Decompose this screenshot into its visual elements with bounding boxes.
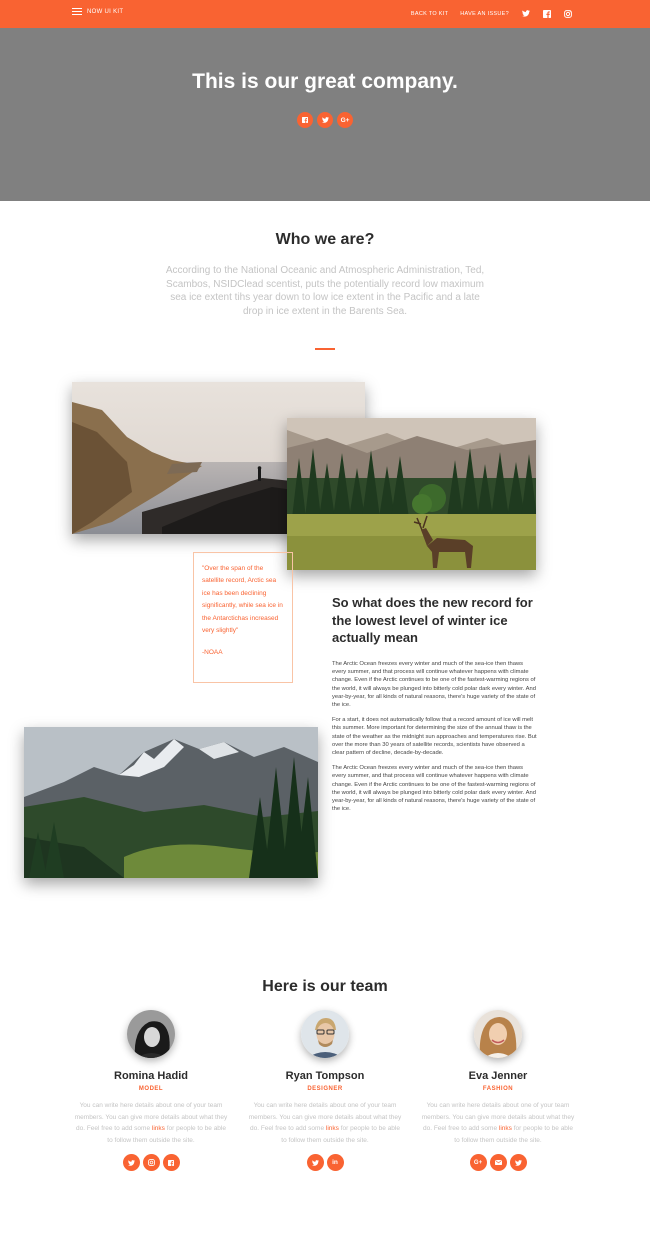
article-paragraph: The Arctic Ocean freezes every winter an…: [332, 661, 536, 709]
facebook-button[interactable]: [297, 112, 313, 128]
twitter-icon: [321, 117, 329, 123]
member-description: You can write here details about one of …: [245, 1100, 405, 1146]
hero-title: This is our great company.: [192, 70, 458, 93]
avatar: [127, 1010, 175, 1058]
member-social-buttons: [71, 1154, 231, 1172]
hero-section: This is our great company. G+: [0, 28, 650, 201]
team-member-card: Romina Hadid MODEL You can write here de…: [71, 1010, 231, 1172]
member-social-buttons: G+: [418, 1154, 578, 1172]
twitter-button[interactable]: [122, 1154, 140, 1172]
about-title: Who we are?: [275, 231, 375, 248]
email-icon: [494, 1160, 502, 1166]
team-title: Here is our team: [262, 978, 388, 995]
article-title: So what does the new record for the lowe…: [332, 595, 533, 645]
brand-label[interactable]: NOW UI KIT: [87, 9, 123, 15]
member-role: MODEL: [138, 1086, 164, 1092]
google-plus-button[interactable]: G+: [337, 112, 353, 128]
hero-social-buttons: G+: [0, 112, 650, 128]
facebook-icon: [168, 1159, 174, 1166]
facebook-button[interactable]: [162, 1154, 180, 1172]
facebook-icon[interactable]: [542, 9, 551, 18]
forest-deer-photo: [287, 418, 536, 570]
article-paragraph: The Arctic Ocean freezes every winter an…: [332, 765, 536, 813]
instagram-icon: [147, 1159, 155, 1167]
instagram-button[interactable]: [142, 1154, 160, 1172]
member-link[interactable]: links: [326, 1125, 339, 1132]
member-link[interactable]: links: [499, 1125, 512, 1132]
avatar: [474, 1010, 522, 1058]
twitter-button[interactable]: [509, 1154, 527, 1172]
avatar: [301, 1010, 349, 1058]
twitter-icon: [311, 1159, 319, 1166]
twitter-icon[interactable]: [521, 9, 530, 18]
facebook-icon: [302, 117, 308, 123]
instagram-icon[interactable]: [563, 9, 572, 18]
quote-text: "Over the span of the satellite record, …: [202, 565, 283, 635]
member-name: Ryan Tompson: [285, 1070, 365, 1082]
twitter-icon: [127, 1159, 135, 1166]
article-paragraph: For a start, it does not automatically f…: [332, 717, 537, 757]
about-description: According to the National Oceanic and At…: [165, 265, 485, 317]
member-description: You can write here details about one of …: [418, 1100, 578, 1146]
twitter-icon: [514, 1159, 522, 1166]
twitter-button[interactable]: [317, 112, 333, 128]
member-link[interactable]: links: [152, 1125, 165, 1132]
member-role: FASHION: [482, 1086, 514, 1092]
menu-icon[interactable]: [72, 8, 82, 15]
have-an-issue-link[interactable]: HAVE AN ISSUE?: [460, 11, 509, 17]
quote-author: -NOAA: [202, 649, 223, 657]
email-button[interactable]: [489, 1154, 507, 1172]
google-plus-icon: G+: [340, 116, 350, 124]
linkedin-button[interactable]: in: [326, 1154, 344, 1172]
team-member-card: Eva Jenner FASHION You can write here de…: [418, 1010, 578, 1172]
google-plus-button[interactable]: G+: [469, 1154, 487, 1172]
divider-line: [315, 348, 335, 350]
member-role: DESIGNER: [307, 1086, 343, 1092]
article-body: The Arctic Ocean freezes every winter an…: [332, 660, 537, 820]
quote-box: "Over the span of the satellite record, …: [193, 552, 293, 683]
google-plus-icon: G+: [473, 1159, 483, 1166]
team-member-card: Ryan Tompson DESIGNER You can write here…: [245, 1010, 405, 1172]
navbar-brand[interactable]: NOW UI KIT: [72, 8, 123, 15]
navbar: NOW UI KIT BACK TO KIT HAVE AN ISSUE?: [0, 0, 650, 28]
member-social-buttons: in: [245, 1154, 405, 1172]
back-to-kit-link[interactable]: BACK TO KIT: [411, 11, 448, 17]
member-name: Romina Hadid: [114, 1070, 188, 1082]
navbar-links: BACK TO KIT HAVE AN ISSUE?: [411, 9, 572, 18]
member-name: Eva Jenner: [468, 1070, 528, 1082]
member-description: You can write here details about one of …: [71, 1100, 231, 1146]
linkedin-icon: in: [332, 1159, 338, 1167]
twitter-button[interactable]: [306, 1154, 324, 1172]
mountain-valley-photo: [24, 727, 318, 878]
